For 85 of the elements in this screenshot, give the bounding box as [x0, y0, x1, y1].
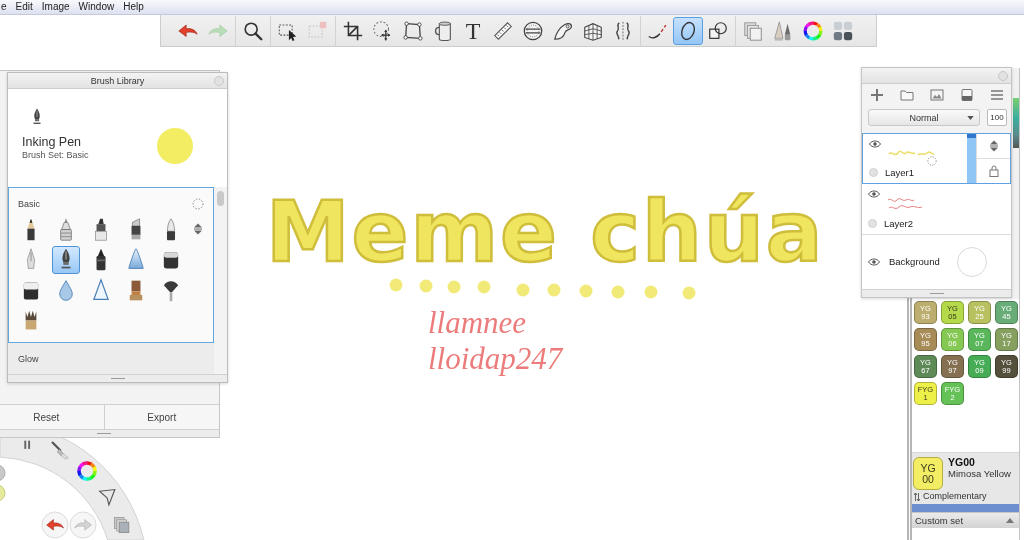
complementary-label[interactable]: Complementary [923, 491, 987, 502]
shapes-icon [707, 19, 729, 42]
brush-set-label: Brush Set: Basic [22, 150, 89, 161]
color-name: Mimosa Yellow [948, 468, 1011, 479]
eye-icon[interactable] [868, 190, 880, 198]
color-code: YG00 [948, 457, 976, 468]
ruler-icon [492, 19, 514, 42]
paint-dot [644, 285, 658, 299]
dot-icon[interactable] [868, 219, 877, 228]
text-button[interactable]: T [458, 16, 488, 45]
sort-arrows-icon[interactable] [988, 140, 999, 152]
paint-dot [477, 280, 491, 294]
layer-name: Layer1 [885, 167, 915, 178]
menu-icon[interactable] [990, 88, 1004, 102]
crop-icon [342, 19, 364, 42]
blend-mode-dropdown[interactable]: Normal [868, 109, 980, 126]
quad-corners-icon [402, 19, 424, 42]
redo-icon [74, 519, 92, 531]
resize-grip[interactable] [0, 429, 219, 437]
stacked-pages-icon[interactable] [114, 517, 130, 533]
paint-dot [682, 286, 696, 300]
paintbrush-icon[interactable] [51, 441, 69, 460]
menu-item[interactable]: e [1, 1, 7, 13]
bars-icon[interactable] [24, 440, 31, 449]
triangle-icon [91, 277, 110, 303]
set-title: Glow [18, 354, 39, 365]
layer-selection-bar [967, 134, 976, 183]
circle-guide-icon [522, 19, 544, 42]
sort-arrows-icon[interactable] [193, 223, 203, 235]
undo-icon [46, 519, 64, 531]
canvas-lettering: Meme chúa [266, 182, 825, 283]
paint-dot [447, 280, 461, 294]
bucket-icon [432, 19, 454, 42]
lock-icon[interactable] [988, 165, 999, 177]
caret-up-icon [1006, 518, 1014, 523]
cursor-arrow-icon[interactable] [98, 488, 116, 507]
dot-icon[interactable] [869, 168, 878, 177]
menu-item[interactable]: Window [78, 1, 115, 13]
color-gradient-strip[interactable] [1013, 98, 1019, 148]
menu-item[interactable]: Help [123, 1, 144, 13]
background-color-swatch[interactable] [957, 246, 987, 277]
eye-icon[interactable] [868, 257, 880, 266]
brush-cursor-icon [927, 156, 937, 166]
menu-item[interactable]: Image [41, 1, 70, 13]
brush-button[interactable] [51, 245, 80, 274]
tile-grid-icon [832, 19, 854, 42]
folder-icon[interactable] [900, 88, 914, 102]
signature-text: lloidap247 [428, 341, 563, 377]
ellipse-button[interactable] [673, 16, 703, 45]
menu-item[interactable]: Edit [15, 1, 33, 13]
eye-icon[interactable] [869, 140, 881, 148]
paint-dot [419, 279, 433, 293]
complementary-color-bar[interactable] [912, 504, 1019, 512]
drop-icon [56, 277, 75, 303]
paint-dot [579, 284, 593, 298]
custom-set-header[interactable]: Custom set [912, 512, 1019, 528]
layer-row[interactable]: Layer1 [862, 133, 1011, 184]
tray-icon[interactable] [960, 88, 974, 102]
color-puck[interactable] [0, 464, 6, 482]
color-wheel-icon[interactable] [77, 461, 97, 481]
color-wheel-icon [802, 19, 824, 42]
brush-name: Inking Pen [22, 135, 82, 150]
current-color-swatch: YG 00 [913, 457, 943, 490]
resize-grip[interactable] [8, 374, 227, 382]
scrollbar-thumb[interactable] [217, 191, 224, 206]
panel-title: Brush Library [90, 75, 145, 86]
resize-grip[interactable] [862, 289, 1011, 297]
magnifier-icon [242, 19, 264, 42]
paint-dot [516, 283, 530, 297]
layer-name: Layer2 [884, 218, 914, 229]
paint-dot [547, 283, 561, 297]
color-puck[interactable] [0, 484, 6, 502]
paint-dot [611, 285, 625, 299]
opacity-field[interactable]: 100 [987, 109, 1007, 126]
dotted-circle-icon[interactable] [192, 198, 204, 210]
undo-button[interactable] [41, 511, 69, 539]
swap-arrows-icon [914, 491, 920, 502]
paint-dot [389, 278, 403, 292]
caret-down-icon [967, 115, 974, 120]
plus-icon[interactable] [870, 88, 884, 102]
set-title: Basic [18, 198, 40, 210]
layer-name: Background [889, 256, 940, 267]
stacked-pages-icon [742, 19, 764, 42]
signature-text: llamnee [428, 305, 527, 341]
image-icon[interactable] [930, 88, 944, 102]
